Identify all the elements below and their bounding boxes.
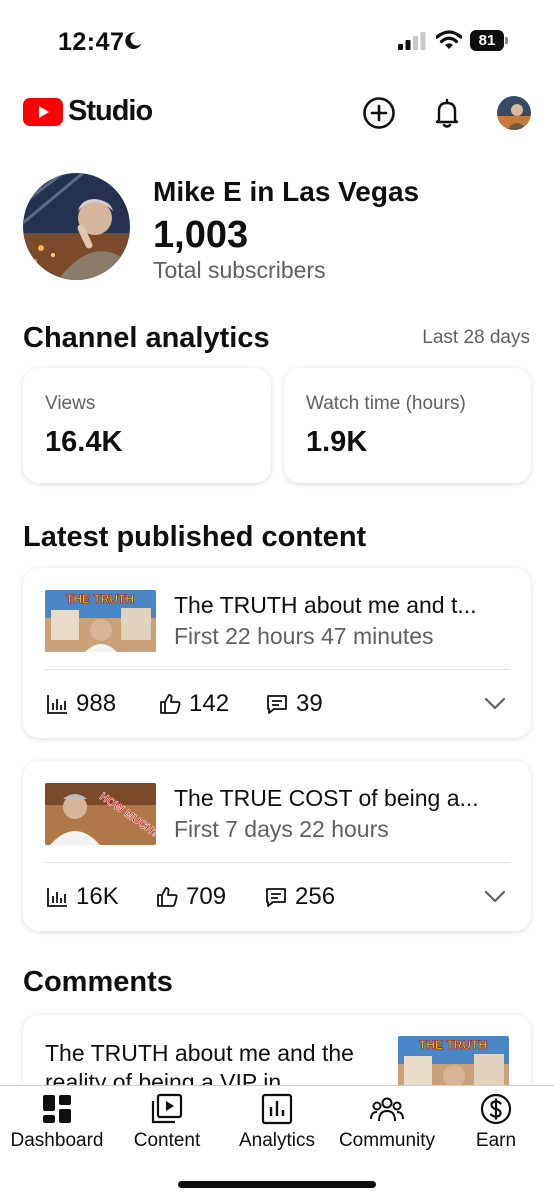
thumbnail-image-icon: THE TRUTH <box>398 1036 509 1085</box>
status-bar: 12:47 81 <box>0 0 554 80</box>
metric-value: 1.9K <box>306 426 368 458</box>
metric-value: 16.4K <box>45 426 123 458</box>
channel-avatar[interactable] <box>23 173 130 280</box>
bar-chart-icon <box>47 695 67 714</box>
subscriber-count: 1,003 <box>153 214 249 256</box>
comment-icon <box>267 695 287 714</box>
video-stats-row: 988 142 39 <box>45 689 510 719</box>
comments-stat: 256 <box>264 882 335 912</box>
video-title: The TRUTH about me and t... <box>174 592 477 618</box>
video-thumbnail[interactable]: HOW MUCH?! <box>45 783 156 845</box>
comment-icon <box>266 888 286 907</box>
app-name: Studio <box>68 95 153 127</box>
content-icon <box>151 1093 183 1124</box>
analytics-period[interactable]: Last 28 days <box>422 327 530 349</box>
nav-label: Dashboard <box>10 1130 104 1151</box>
card-divider <box>45 862 510 863</box>
bar-chart-icon <box>47 888 67 907</box>
comments-count: 256 <box>295 883 336 910</box>
earn-icon <box>480 1093 512 1125</box>
nav-content[interactable]: Content <box>125 1092 209 1152</box>
channel-photo-icon <box>23 173 130 280</box>
thumb-text: THE TRUTH <box>66 592 134 606</box>
likes-stat: 709 <box>155 882 226 912</box>
nav-label: Content <box>133 1130 201 1151</box>
app-header: Studio <box>0 80 554 150</box>
views-stat: 16K <box>45 882 119 912</box>
comments-section-title: Comments <box>23 966 173 998</box>
wifi-icon <box>436 30 462 49</box>
analytics-section-title: Channel analytics <box>23 322 270 354</box>
channel-name: Mike E in Las Vegas <box>153 176 420 207</box>
chevron-down-icon[interactable] <box>484 697 506 711</box>
metric-label: Watch time (hours) <box>306 393 466 414</box>
battery-level: 81 <box>470 30 504 51</box>
thumbs-up-icon <box>157 887 178 907</box>
views-metric-card[interactable]: Views 16.4K <box>23 368 271 483</box>
likes-count: 142 <box>189 690 230 717</box>
avatar-photo-icon <box>497 96 531 130</box>
video-thumbnail[interactable]: THE TRUTH <box>45 590 156 652</box>
comment-video-thumbnail[interactable]: THE TRUTH <box>398 1036 509 1085</box>
watch-time-metric-card[interactable]: Watch time (hours) 1.9K <box>284 368 531 483</box>
comment-video-title: The TRUTH about me and the reality of be… <box>45 1040 354 1085</box>
nav-label: Earn <box>475 1130 517 1151</box>
moon-icon <box>125 32 142 49</box>
nav-dashboard[interactable]: Dashboard <box>6 1092 108 1152</box>
battery-indicator: 81 <box>470 30 508 51</box>
dashboard-content: Mike E in Las Vegas 1,003 Total subscrib… <box>0 150 554 1085</box>
metric-label: Views <box>45 393 96 414</box>
comments-stat: 39 <box>265 689 323 719</box>
video-stats-row: 16K 709 256 <box>45 882 510 912</box>
video-title: The TRUE COST of being a... <box>174 785 479 811</box>
bottom-navigation: Dashboard Content Analytics Community Ea… <box>0 1085 554 1200</box>
card-divider <box>45 669 510 670</box>
views-count: 16K <box>76 883 119 910</box>
nav-analytics[interactable]: Analytics <box>232 1092 322 1152</box>
studio-screen: 12:47 81 Studio Mike E in Las Vegas 1,00… <box>0 0 554 1200</box>
community-icon <box>370 1097 404 1122</box>
latest-content-section-title: Latest published content <box>23 521 367 553</box>
cellular-signal-icon <box>398 32 426 50</box>
thumbnail-image-icon: HOW MUCH?! <box>45 783 156 845</box>
nav-earn[interactable]: Earn <box>466 1092 526 1152</box>
comment-card[interactable]: The TRUTH about me and the reality of be… <box>23 1015 531 1085</box>
video-card[interactable]: HOW MUCH?! The TRUE COST of being a... F… <box>23 761 531 931</box>
video-card[interactable]: THE TRUTH The TRUTH about me and t... Fi… <box>23 568 531 738</box>
views-stat: 988 <box>45 689 116 719</box>
account-avatar[interactable] <box>497 96 531 130</box>
create-icon[interactable] <box>362 96 396 130</box>
likes-count: 709 <box>186 883 227 910</box>
likes-stat: 142 <box>158 689 229 719</box>
video-timeframe: First 22 hours 47 minutes <box>174 623 434 649</box>
nav-community[interactable]: Community <box>333 1092 441 1152</box>
chevron-down-icon[interactable] <box>484 890 506 904</box>
status-time: 12:47 <box>58 28 125 56</box>
dashboard-icon <box>43 1095 71 1123</box>
subscriber-label: Total subscribers <box>153 257 326 283</box>
nav-label: Community <box>338 1130 436 1151</box>
thumb-text: THE TRUTH <box>419 1038 487 1052</box>
views-count: 988 <box>76 690 117 717</box>
home-indicator <box>178 1181 376 1188</box>
notifications-bell-icon[interactable] <box>430 96 464 130</box>
nav-label: Analytics <box>238 1130 316 1151</box>
video-timeframe: First 7 days 22 hours <box>174 816 389 842</box>
thumbnail-image-icon: THE TRUTH <box>45 590 156 652</box>
analytics-icon <box>261 1093 293 1125</box>
thumbs-up-icon <box>160 694 181 714</box>
comments-count: 39 <box>296 690 323 717</box>
youtube-logo-icon[interactable] <box>23 98 63 126</box>
